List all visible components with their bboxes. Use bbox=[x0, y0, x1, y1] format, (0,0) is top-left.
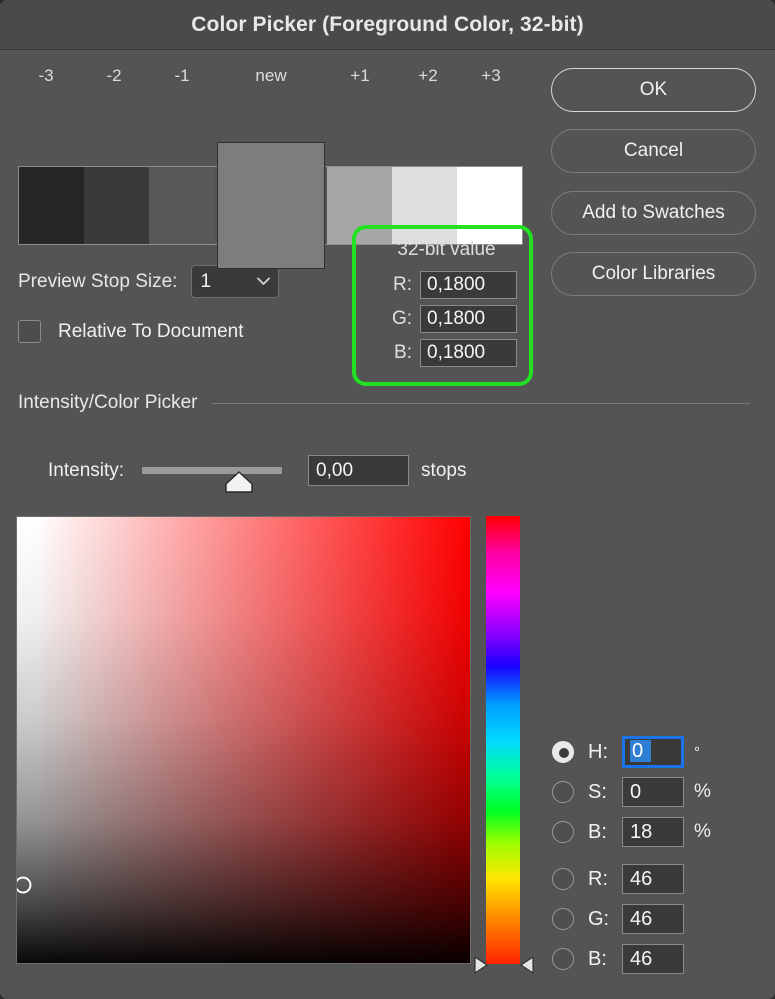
32-bit-row-blue: B: 0,1800 bbox=[386, 339, 517, 367]
hue-slider-marker-left[interactable] bbox=[473, 955, 489, 980]
blue-label: B: bbox=[588, 947, 607, 970]
exposure-preview-area: -3 -2 -1 +1 +2 +3 new current bbox=[0, 50, 540, 269]
32-bit-blue-field[interactable]: 0,1800 bbox=[420, 339, 517, 367]
stop-label-plus2: +2 bbox=[418, 66, 438, 85]
color-value-fields: H: 0 ° S: 0 % B: 18 % R: 46 G: 46 B: 46 bbox=[552, 736, 716, 983]
stop-label-minus1: -1 bbox=[174, 66, 190, 85]
add-to-swatches-button[interactable]: Add to Swatches bbox=[551, 191, 756, 235]
brightness-field[interactable]: 18 bbox=[622, 817, 684, 847]
32-bit-row-green: G: 0,1800 bbox=[386, 305, 517, 333]
red-field[interactable]: 46 bbox=[622, 864, 684, 894]
32-bit-blue-label: B: bbox=[394, 342, 412, 363]
color-field-value-gradient bbox=[17, 517, 470, 963]
exposure-swatch-minus1[interactable] bbox=[149, 167, 215, 244]
hue-label: H: bbox=[588, 740, 608, 763]
color-value-row-green: G: 46 bbox=[552, 903, 716, 935]
32-bit-value-group: 32-bit value R: 0,1800 G: 0,1800 B: 0,18… bbox=[352, 225, 533, 386]
preview-stop-size-row: Preview Stop Size: 1 bbox=[18, 265, 280, 298]
saturation-field[interactable]: 0 bbox=[622, 777, 684, 807]
radio-green[interactable] bbox=[552, 908, 574, 930]
hue-slider-strip[interactable] bbox=[486, 516, 520, 964]
new-current-color-swatch[interactable] bbox=[217, 142, 325, 269]
radio-red[interactable] bbox=[552, 868, 574, 890]
hue-unit: ° bbox=[694, 743, 700, 761]
relative-to-document-row[interactable]: Relative To Document bbox=[18, 320, 244, 343]
chevron-down-icon bbox=[257, 274, 271, 289]
preview-stop-size-label: Preview Stop Size: bbox=[18, 270, 178, 292]
exposure-swatch-minus2[interactable] bbox=[84, 167, 150, 244]
intensity-units-label: stops bbox=[421, 459, 467, 481]
32-bit-red-label: R: bbox=[393, 274, 412, 295]
exposure-swatch-minus3[interactable] bbox=[19, 167, 85, 244]
color-value-row-brightness: B: 18 % bbox=[552, 816, 716, 848]
red-label: R: bbox=[588, 867, 608, 890]
dialog-titlebar: Color Picker (Foreground Color, 32-bit) bbox=[0, 0, 775, 50]
hue-slider-marker-right[interactable] bbox=[519, 955, 535, 980]
hue-value: 0 bbox=[630, 740, 652, 762]
radio-saturation[interactable] bbox=[552, 781, 574, 803]
intensity-label: Intensity: bbox=[48, 459, 125, 481]
green-field[interactable]: 46 bbox=[622, 904, 684, 934]
preview-stop-size-select[interactable]: 1 bbox=[191, 265, 280, 298]
relative-to-document-checkbox[interactable] bbox=[18, 320, 41, 343]
saturation-brightness-field[interactable] bbox=[16, 516, 471, 964]
radio-blue[interactable] bbox=[552, 948, 574, 970]
color-picker-dialog: Color Picker (Foreground Color, 32-bit) … bbox=[0, 0, 775, 999]
brightness-unit: % bbox=[694, 821, 711, 842]
color-value-row-red: R: 46 bbox=[552, 863, 716, 895]
intensity-color-picker-section-header: Intensity/Color Picker bbox=[18, 392, 758, 414]
color-libraries-button[interactable]: Color Libraries bbox=[551, 252, 756, 296]
color-value-row-saturation: S: 0 % bbox=[552, 776, 716, 808]
stop-label-minus2: -2 bbox=[106, 66, 122, 85]
radio-brightness[interactable] bbox=[552, 821, 574, 843]
color-value-row-blue: B: 46 bbox=[552, 943, 716, 975]
new-color-label: new bbox=[255, 66, 287, 85]
intensity-row: Intensity: 0,00 stops bbox=[48, 455, 467, 493]
dialog-button-column: OK Cancel Add to Swatches Color Librarie… bbox=[551, 68, 756, 313]
32-bit-row-red: R: 0,1800 bbox=[386, 271, 517, 299]
32-bit-value-title: 32-bit value bbox=[397, 239, 496, 260]
green-label: G: bbox=[588, 907, 610, 930]
stop-label-minus3: -3 bbox=[38, 66, 54, 85]
saturation-label: S: bbox=[588, 780, 607, 803]
section-divider bbox=[211, 402, 750, 404]
section-title: Intensity/Color Picker bbox=[18, 392, 198, 413]
dialog-title: Color Picker (Foreground Color, 32-bit) bbox=[191, 12, 584, 36]
relative-to-document-label: Relative To Document bbox=[58, 320, 244, 342]
ok-button[interactable]: OK bbox=[551, 68, 756, 112]
32-bit-red-field[interactable]: 0,1800 bbox=[420, 271, 517, 299]
brightness-label: B: bbox=[588, 820, 607, 843]
intensity-value-field[interactable]: 0,00 bbox=[308, 455, 410, 486]
32-bit-green-label: G: bbox=[391, 308, 412, 329]
stop-label-plus1: +1 bbox=[350, 66, 370, 85]
radio-hue[interactable] bbox=[552, 741, 574, 763]
saturation-unit: % bbox=[694, 781, 711, 802]
32-bit-green-field[interactable]: 0,1800 bbox=[420, 305, 517, 333]
intensity-slider-track[interactable] bbox=[142, 467, 283, 493]
hue-field[interactable]: 0 bbox=[622, 736, 684, 768]
cancel-button[interactable]: Cancel bbox=[551, 129, 756, 173]
stop-label-plus3: +3 bbox=[481, 66, 501, 85]
blue-field[interactable]: 46 bbox=[622, 944, 684, 974]
color-value-row-hue: H: 0 ° bbox=[552, 736, 716, 768]
preview-stop-size-value: 1 bbox=[200, 270, 212, 292]
